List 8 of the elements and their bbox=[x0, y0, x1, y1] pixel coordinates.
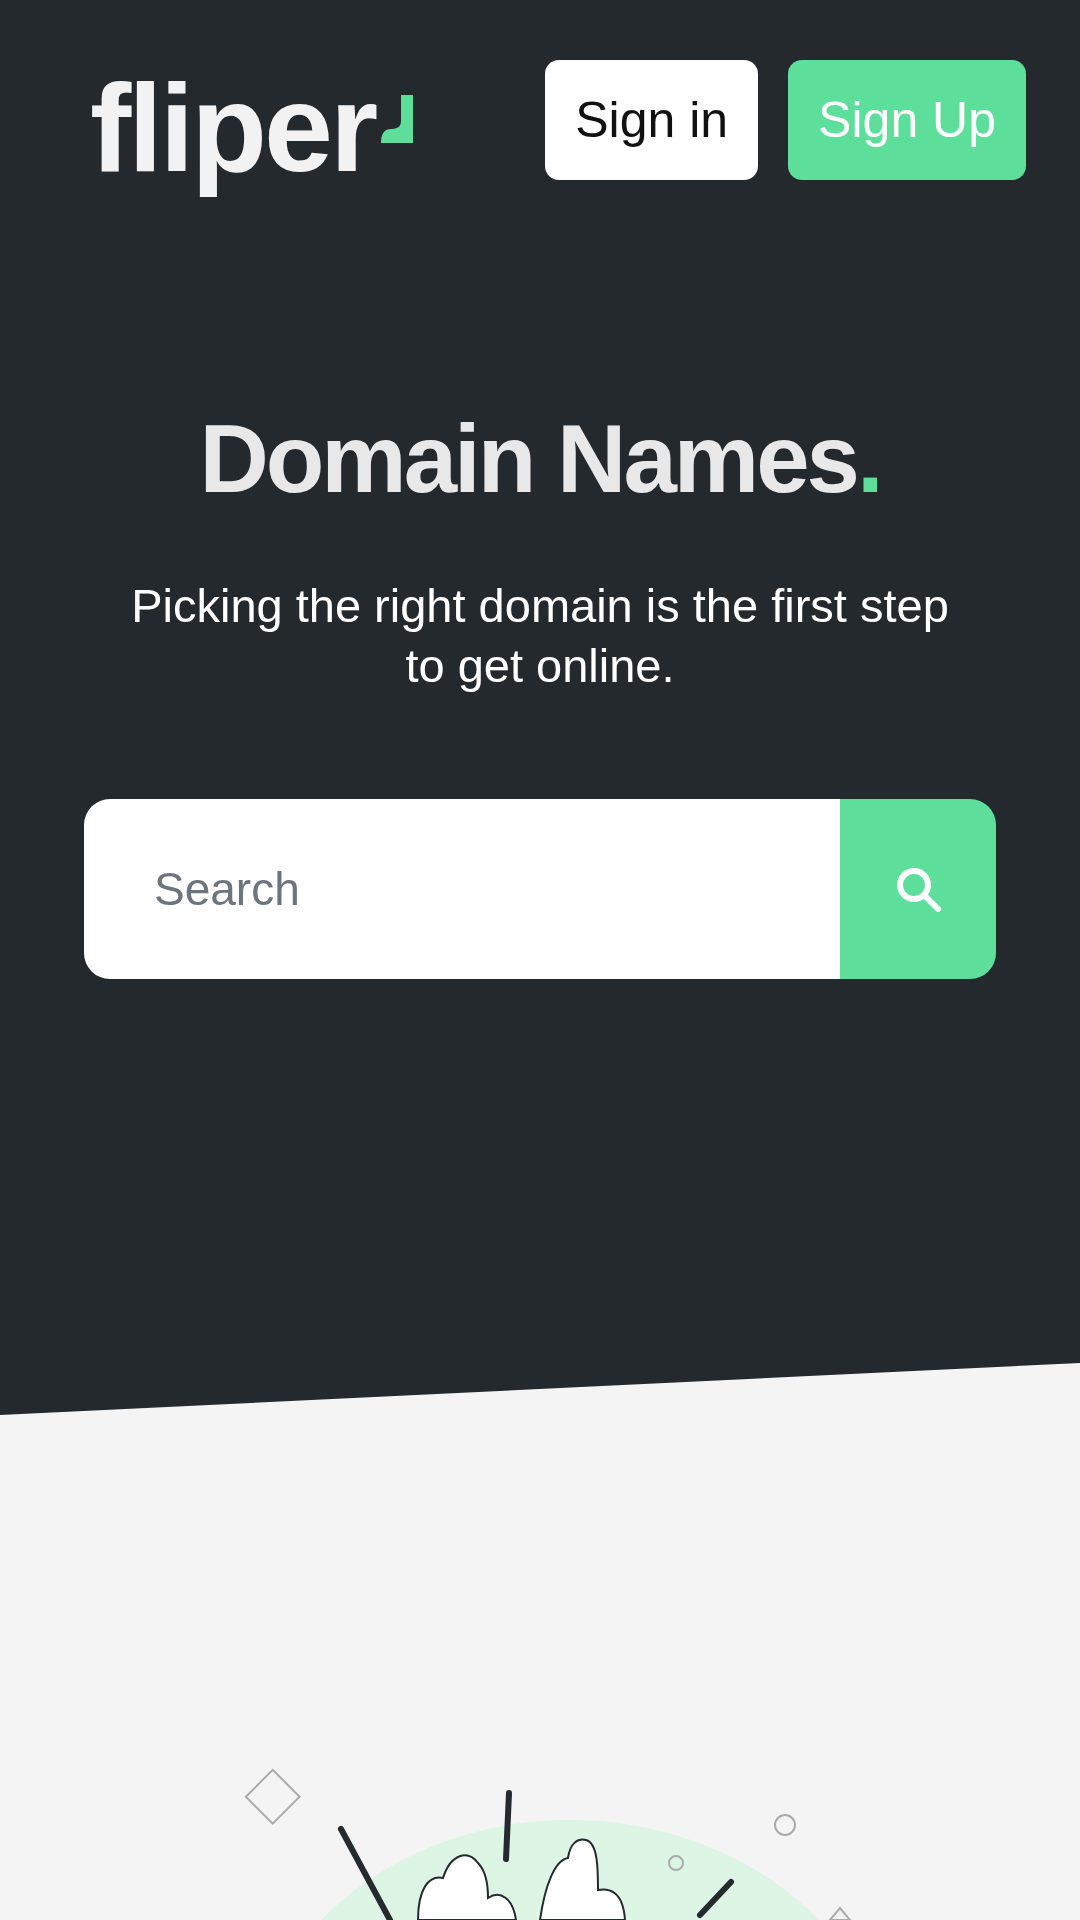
subtitle: Picking the right domain is the first step to get online. bbox=[130, 578, 950, 694]
page-title: Domain Names bbox=[199, 404, 857, 512]
sign-in-button[interactable]: Sign in bbox=[545, 60, 759, 180]
search-button[interactable] bbox=[840, 799, 996, 979]
title-dot: . bbox=[856, 404, 881, 512]
search-field[interactable]: Search bbox=[84, 799, 840, 979]
logo-mark-icon bbox=[379, 94, 414, 143]
logo-text: fliper bbox=[90, 58, 376, 199]
